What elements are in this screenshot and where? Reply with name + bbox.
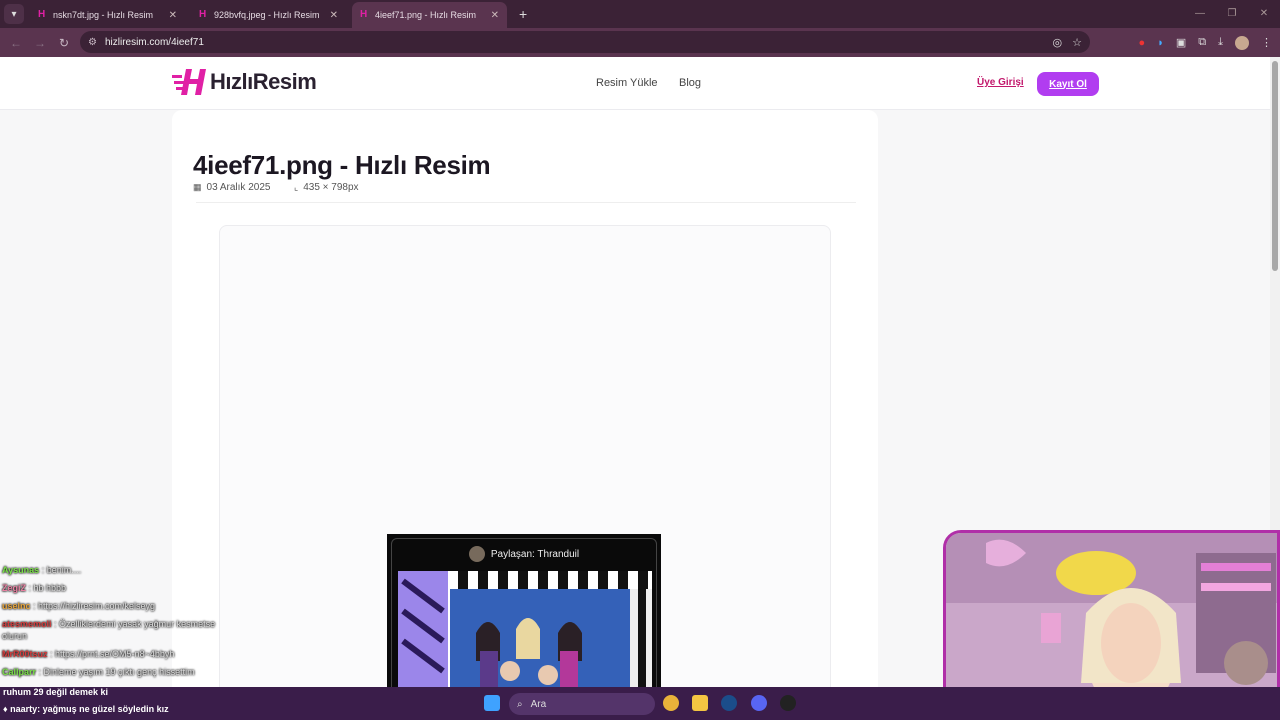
minimize-icon[interactable]: — [1184, 0, 1216, 28]
search-icon: ⌕ [517, 698, 523, 710]
site-favicon-icon: H [360, 9, 368, 20]
chat-message: uselnc : https://hizliresim.com/kelseyg [2, 600, 242, 612]
tab-3[interactable]: H 4ieef71.png - Hızlı Resim ✕ [352, 2, 507, 28]
close-window-icon[interactable]: ✕ [1248, 0, 1280, 28]
chat-text: : yağmuş ne güzel söyledin kız [37, 704, 169, 714]
chat-message: MrR00tsuz : https://prnt.se/OM5-n8~4bbyh [2, 648, 242, 660]
tab-1-title: nskn7dt.jpg - Hızlı Resim [53, 10, 154, 20]
site-favicon-icon: H [199, 9, 207, 20]
site-header: HızlıResim Resim Yükle Blog Üye Girişi K… [0, 57, 1270, 110]
page-title: 4ieef71.png - Hızlı Resim [193, 150, 491, 180]
scrollbar-thumb[interactable] [1272, 61, 1278, 271]
extensions-puzzle-icon[interactable]: ⧉ [1198, 36, 1206, 49]
taskbar-search[interactable]: ⌕ Ara [509, 693, 655, 715]
menu-kebab-icon[interactable]: ⋮ [1261, 36, 1272, 49]
new-tab-icon[interactable]: + [519, 6, 527, 22]
shared-by-header: Paylaşan: Thranduil [392, 539, 656, 569]
logo-mark-icon [172, 69, 206, 95]
chat-message: atesmemoli : Özelliklerdemi yasak yağmur… [2, 618, 242, 642]
shared-by-text: Paylaşan: Thranduil [490, 548, 580, 560]
tab-3-title: 4ieef71.png - Hızlı Resim [375, 10, 477, 20]
window-controls: — ❐ ✕ [1184, 0, 1280, 28]
image-dimensions-text: 435 × 798px [303, 182, 359, 193]
tab-close-icon[interactable]: ✕ [330, 10, 338, 21]
chat-user: Callparr [2, 667, 37, 677]
tab-close-icon[interactable]: ✕ [491, 10, 499, 21]
windows-start-icon[interactable] [484, 695, 500, 711]
chat-user: atesmemoli [2, 619, 52, 629]
extension-3-icon[interactable]: ▣ [1176, 36, 1186, 49]
sharer-avatar [468, 546, 485, 562]
extension-icons: ● ◗ ▣ ⧉ ⤓ ⋮ [1139, 28, 1272, 57]
os-taskbar: ruhum 29 değil demek ki ♦ naarty: yağmuş… [0, 687, 1280, 720]
chat-last-line: ♦ naarty: yağmuş ne güzel söyledin kız [3, 704, 169, 714]
group-photo [398, 571, 652, 691]
site-favicon-icon: H [38, 9, 46, 20]
extension-1-icon[interactable]: ● [1139, 37, 1146, 49]
chat-user: naarty [10, 704, 38, 714]
nav-upload-link[interactable]: Resim Yükle [596, 77, 658, 89]
back-icon[interactable]: ← [4, 36, 28, 50]
upload-date: ▦ 03 Aralık 2025 [193, 182, 270, 193]
browser-toolbar: ← → ↻ ⚙ hizliresim.com/4ieef71 ◎ ☆ ● ◗ ▣… [0, 28, 1280, 57]
chat-overflow-line: ruhum 29 değil demek ki [3, 687, 109, 697]
site-logo[interactable]: HızlıResim [172, 69, 317, 95]
tab-1[interactable]: H nskn7dt.jpg - Hızlı Resim ✕ [30, 2, 185, 28]
chat-user: uselnc [2, 601, 31, 611]
browser-tab-bar: ▾ H nskn7dt.jpg - Hızlı Resim ✕ H 928bvf… [0, 0, 1280, 28]
logo-text: HızlıResim [210, 69, 317, 94]
site-info-icon[interactable]: ⚙ [88, 37, 97, 48]
signup-button[interactable]: Kayıt Ol [1037, 72, 1099, 96]
chat-text: : hb hbbb [28, 583, 67, 593]
forward-icon[interactable]: → [28, 36, 52, 50]
discord-icon[interactable] [751, 695, 767, 711]
login-link[interactable]: Üye Girişi [977, 77, 1024, 88]
profile-avatar[interactable] [1235, 35, 1249, 50]
tab-2-title: 928bvfq.jpeg - Hızlı Resim [214, 10, 320, 20]
ruler-icon: ⌞ [294, 182, 299, 192]
chat-message: Callparr : Dinleme yaşım 19 çıktı genç h… [2, 666, 242, 678]
chrome-icon[interactable] [663, 695, 679, 711]
chat-text: : Dinleme yaşım 19 çıktı genç hissettim [38, 667, 195, 677]
chat-user: MrR00tsuz [2, 649, 48, 659]
download-icon[interactable]: ⤓ [1218, 36, 1223, 49]
nav-blog-link[interactable]: Blog [679, 77, 701, 89]
chat-message: ZegiZ : hb hbbb [2, 582, 242, 594]
tab-close-icon[interactable]: ✕ [169, 10, 177, 21]
taskbar-search-placeholder: Ara [530, 698, 547, 710]
reload-icon[interactable]: ↻ [52, 36, 76, 50]
shared-image[interactable]: Paylaşan: Thranduil [387, 534, 661, 698]
tab-2[interactable]: H 928bvfq.jpeg - Hızlı Resim ✕ [191, 2, 346, 28]
steam-icon[interactable] [721, 695, 737, 711]
chat-text: : benim.... [41, 565, 82, 575]
chat-user: Aysunas [2, 565, 40, 575]
upload-date-text: 03 Aralık 2025 [206, 182, 271, 193]
tab-search-icon[interactable]: ▾ [4, 4, 24, 24]
eye-slash-icon[interactable]: ◎ [1053, 36, 1063, 49]
app-icon[interactable] [780, 695, 796, 711]
maximize-icon[interactable]: ❐ [1216, 0, 1248, 28]
chat-text: : https://prnt.se/OM5-n8~4bbyh [50, 649, 175, 659]
bookmark-star-icon[interactable]: ☆ [1072, 36, 1082, 49]
image-dimensions: ⌞ 435 × 798px [294, 182, 359, 193]
chat-message: Aysunas : benim.... [2, 564, 242, 576]
file-explorer-icon[interactable] [692, 695, 708, 711]
divider [196, 202, 856, 203]
chat-text: : https://hizliresim.com/kelseyg [33, 601, 156, 611]
calendar-icon: ▦ [193, 182, 202, 192]
url-text: hizliresim.com/4ieef71 [104, 36, 204, 48]
stream-chat: Aysunas : benim.... ZegiZ : hb hbbb usel… [2, 564, 242, 680]
extension-2-icon[interactable]: ◗ [1157, 37, 1164, 49]
chat-user: ZegiZ [2, 583, 26, 593]
address-bar[interactable]: ⚙ hizliresim.com/4ieef71 ◎ ☆ [80, 31, 1090, 53]
